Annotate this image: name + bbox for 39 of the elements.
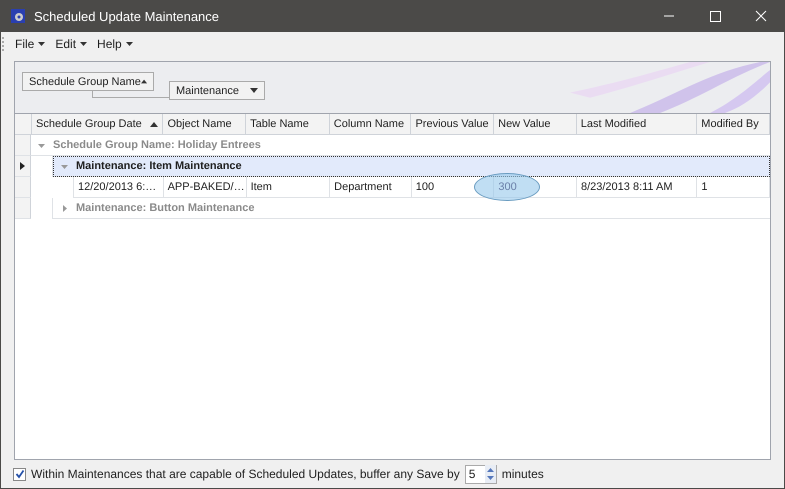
sort-arrow-icon — [150, 122, 158, 126]
table-cell: Department — [334, 181, 392, 193]
sort-arrow-icon — [140, 79, 147, 84]
table-cell: 100 — [416, 181, 434, 193]
table-cell: APP-BAKED/… — [168, 181, 245, 193]
caret-icon — [126, 42, 133, 46]
column-header[interactable]: Last Modified — [576, 114, 698, 134]
table-cell: Item — [250, 181, 272, 193]
caret-icon — [38, 42, 46, 46]
column-header[interactable]: Object Name — [163, 114, 246, 134]
expander-icon[interactable] — [61, 204, 68, 212]
column-header[interactable]: Table Name — [246, 114, 330, 134]
column-header[interactable]: Modified By — [697, 114, 770, 134]
unit-label: minutes — [502, 467, 544, 481]
menu-item[interactable]: File — [10, 35, 50, 53]
checkbox-label: Within Maintenances that are capable of Scheduled Updates, buffer any Save by — [31, 467, 460, 481]
window-title: Scheduled Update Maintenance — [34, 8, 220, 24]
row-indicator[interactable] — [15, 156, 31, 177]
group-chip[interactable]: Schedule Group Name — [22, 72, 154, 91]
current-row-icon — [20, 162, 25, 170]
column-header[interactable]: New Value — [494, 114, 577, 134]
table-cell: 8/23/2013 8:11 AM — [580, 181, 672, 193]
group-chip[interactable]: Maintenance — [169, 81, 265, 100]
expander-icon[interactable] — [38, 142, 45, 148]
caret-icon — [80, 42, 88, 46]
table-cell: 12/20/2013 6:… — [78, 181, 156, 193]
menu-item[interactable]: Edit — [50, 35, 92, 53]
sort-arrow-icon — [250, 88, 258, 93]
column-header[interactable]: Schedule Group Date — [32, 114, 164, 134]
group-row[interactable]: Maintenance: Item Maintenance — [53, 156, 770, 177]
expander-icon[interactable] — [61, 162, 68, 170]
app-icon — [10, 8, 26, 24]
table-cell: 300 — [498, 181, 517, 193]
minutes-spinner[interactable]: 5 — [464, 464, 497, 484]
column-header[interactable]: Column Name — [330, 114, 412, 134]
menu-item[interactable]: Help — [92, 35, 138, 53]
table-cell: 1 — [701, 181, 708, 193]
buffer-checkbox[interactable] — [13, 468, 26, 480]
column-header[interactable]: Previous Value — [411, 114, 494, 134]
